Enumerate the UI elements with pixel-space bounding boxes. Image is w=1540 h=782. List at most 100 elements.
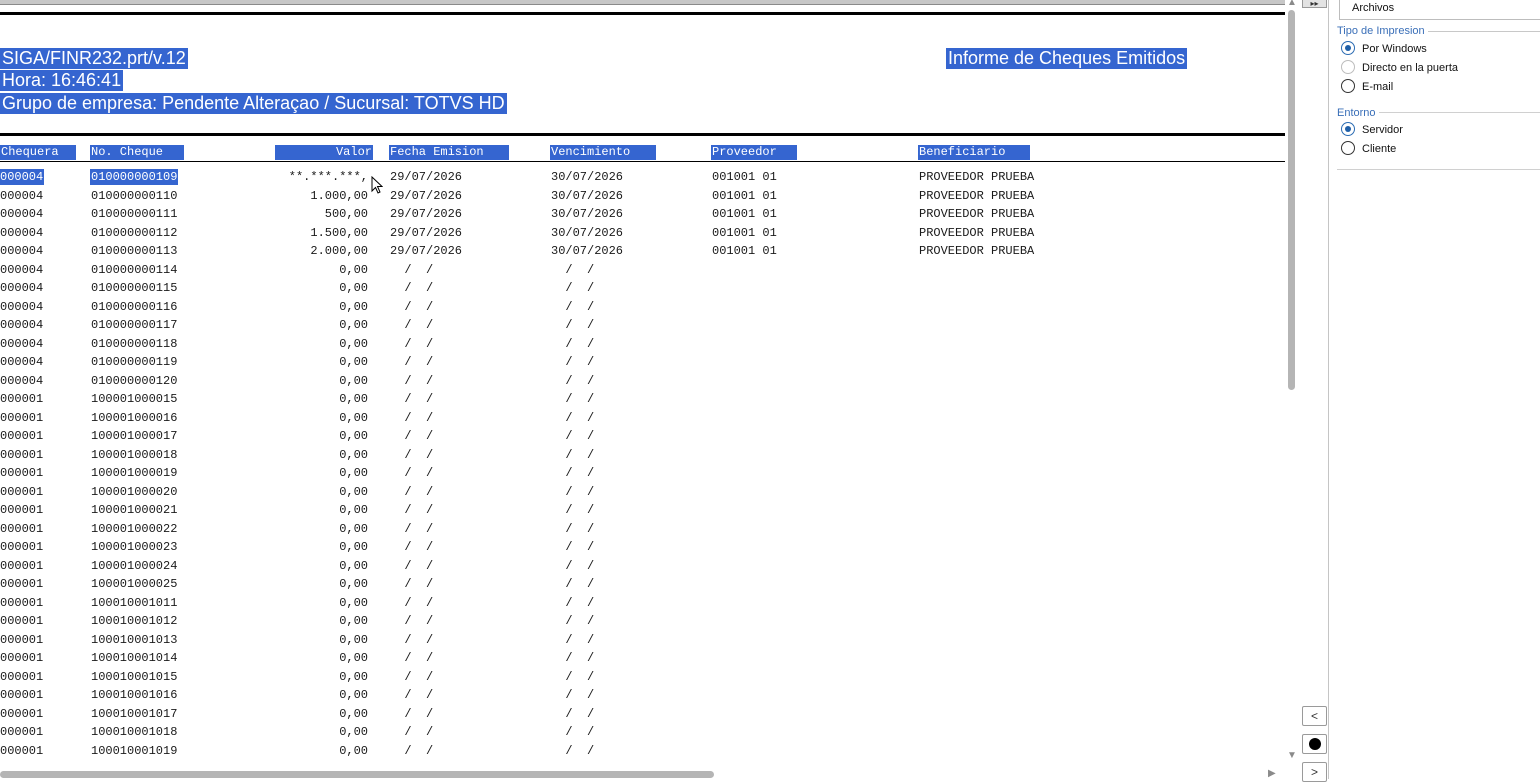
cell-vencimiento: / /: [551, 318, 595, 332]
cell-no-cheque: 100001000018: [91, 447, 178, 462]
radio-cliente[interactable]: Cliente: [1341, 140, 1396, 158]
cell-chequera: 000001: [0, 558, 44, 573]
table-row[interactable]: 000001 100010001018 0,00 / / / /: [0, 723, 1285, 742]
table-row[interactable]: 000004 010000000110 1.000,00 29/07/2026 30/0…: [0, 187, 1285, 206]
cell-chequera: 000001: [0, 429, 44, 443]
cell-chequera: 000004: [0, 373, 44, 388]
radio-label: Cliente: [1362, 143, 1397, 155]
table-row[interactable]: 000004 010000000114 0,00 / / / /: [0, 261, 1285, 280]
vertical-scrollbar[interactable]: ▲ ▼: [1285, 0, 1299, 779]
cell-fecha-emision: / /: [390, 299, 434, 314]
table-row[interactable]: 000001 100010001013 0,00 / / / /: [0, 631, 1285, 650]
report-top-band: [0, 0, 1285, 5]
table-row[interactable]: 000001 100010001016 0,00 / / / /: [0, 686, 1285, 705]
table-row[interactable]: 000001 100010001014 0,00 / / / /: [0, 649, 1285, 668]
cell-chequera: 000004: [0, 244, 44, 258]
cell-fecha-emision: 29/07/2026: [390, 170, 463, 184]
table-row[interactable]: 000001 100001000022 0,00 / / / /: [0, 520, 1285, 539]
table-row[interactable]: 000004 010000000120 0,00 / / / /: [0, 372, 1285, 391]
cell-no-cheque: 010000000115: [91, 281, 178, 295]
cell-fecha-emision: / /: [390, 632, 434, 647]
table-row[interactable]: 000001 100001000025 0,00 / / / /: [0, 575, 1285, 594]
archivos-tab[interactable]: Archivos: [1339, 0, 1540, 20]
table-row[interactable]: 000001 100001000017 0,00 / / / /: [0, 427, 1285, 446]
table-row[interactable]: 000001 100001000020 0,00 / / / /: [0, 483, 1285, 502]
next-page-button[interactable]: >: [1302, 762, 1327, 782]
table-row[interactable]: 000001 100001000016 0,00 / / / /: [0, 409, 1285, 428]
cell-vencimiento: / /: [551, 558, 595, 573]
cell-fecha-emision: / /: [390, 688, 434, 702]
table-row[interactable]: 000001 100010001015 0,00 / / / /: [0, 668, 1285, 687]
table-row[interactable]: 000001 100001000024 0,00 / / / /: [0, 557, 1285, 576]
collapse-panel-button[interactable]: ▸▸: [1302, 0, 1327, 8]
cell-vencimiento: 30/07/2026: [551, 207, 624, 221]
horizontal-scroll-thumb[interactable]: [0, 771, 714, 778]
radio-empty-icon[interactable]: [1341, 141, 1355, 156]
cell-vencimiento: 30/07/2026: [551, 225, 624, 240]
cell-no-cheque: 100010001019: [91, 743, 178, 758]
entorno-group-bottom-rule: [1337, 169, 1540, 170]
cell-valor: 0,00: [339, 503, 368, 517]
radio-servidor[interactable]: Servidor: [1341, 121, 1403, 139]
vertical-scroll-thumb[interactable]: [1288, 10, 1295, 390]
radio-empty-icon[interactable]: [1341, 79, 1355, 94]
table-row[interactable]: 000004 010000000117 0,00 / / / /: [0, 316, 1285, 335]
print-options-panel: Archivos Tipo de Impresion Por Windows D…: [1328, 0, 1540, 779]
cell-vencimiento: / /: [551, 392, 595, 406]
cell-valor: 0,00: [339, 299, 368, 314]
cell-chequera: 000001: [0, 466, 44, 480]
radio-directo-puerta[interactable]: Directo en la puerta: [1341, 59, 1458, 77]
cell-no-cheque: 100001000019: [91, 466, 178, 480]
radio-empty-icon[interactable]: [1341, 60, 1355, 75]
current-page-button[interactable]: [1302, 734, 1327, 754]
table-row[interactable]: 000004 010000000112 1.500,00 29/07/2026 30/0…: [0, 224, 1285, 243]
scroll-down-icon[interactable]: ▼: [1285, 750, 1299, 762]
table-row[interactable]: 000004 010000000116 0,00 / / / /: [0, 298, 1285, 317]
cell-proveedor: 001001 01: [712, 207, 777, 221]
cell-valor: 0,00: [339, 392, 368, 406]
table-row[interactable]: 000001 100001000018 0,00 / / / /: [0, 446, 1285, 465]
table-row[interactable]: 000004 010000000119 0,00 / / / /: [0, 353, 1285, 372]
table-row[interactable]: 000004 010000000111 500,00 29/07/2026 30/07/…: [0, 205, 1285, 224]
cell-vencimiento: / /: [551, 614, 595, 628]
table-row[interactable]: 000001 100001000019 0,00 / / / /: [0, 464, 1285, 483]
prev-page-button[interactable]: <: [1302, 706, 1327, 726]
table-row[interactable]: 000004 010000000109 **.***.***, 29/07/2026 3…: [0, 168, 1285, 187]
cell-chequera: 000001: [0, 651, 44, 665]
radio-email[interactable]: E-mail: [1341, 78, 1393, 96]
cell-fecha-emision: / /: [390, 336, 434, 351]
radio-selected-icon[interactable]: [1341, 41, 1355, 56]
cell-vencimiento: / /: [551, 743, 595, 758]
report-rows: 000004 010000000109 **.***.***, 29/07/2026 3…: [0, 168, 1285, 760]
cell-chequera: 000004: [0, 281, 44, 295]
cell-no-cheque: 010000000117: [91, 318, 178, 332]
cell-vencimiento: / /: [551, 706, 595, 721]
cell-proveedor: 001001 01: [712, 225, 777, 240]
table-row[interactable]: 000001 100010001017 0,00 / / / /: [0, 705, 1285, 724]
table-row[interactable]: 000004 010000000115 0,00 / / / /: [0, 279, 1285, 298]
report-preview[interactable]: SIGA/FINR232.prt/v.12 Hora: 16:46:41 Gru…: [0, 0, 1285, 779]
cell-no-cheque: 100010001016: [91, 688, 178, 702]
cell-beneficiario: PROVEEDOR PRUEBA: [919, 170, 1035, 184]
col-header-beneficiario: Beneficiario: [918, 145, 1030, 160]
table-row[interactable]: 000001 100001000023 0,00 / / / /: [0, 538, 1285, 557]
cell-valor: 0,00: [339, 540, 368, 554]
table-row[interactable]: 000001 100010001019 0,00 / / / /: [0, 742, 1285, 761]
horizontal-scrollbar[interactable]: ▶: [0, 769, 1285, 779]
cell-no-cheque: 100001000021: [91, 503, 178, 517]
table-row[interactable]: 000001 100010001012 0,00 / / / /: [0, 612, 1285, 631]
radio-selected-icon[interactable]: [1341, 122, 1355, 137]
radio-por-windows[interactable]: Por Windows: [1341, 40, 1427, 58]
scroll-right-icon[interactable]: ▶: [1268, 769, 1276, 779]
cell-chequera: 000004: [0, 169, 45, 185]
cell-vencimiento: 30/07/2026: [551, 170, 624, 184]
cell-vencimiento: / /: [551, 521, 595, 536]
table-row[interactable]: 000001 100001000021 0,00 / / / /: [0, 501, 1285, 520]
table-row[interactable]: 000004 010000000113 2.000,00 29/07/2026 30/0…: [0, 242, 1285, 261]
cell-chequera: 000001: [0, 669, 44, 684]
table-row[interactable]: 000001 100010001011 0,00 / / / /: [0, 594, 1285, 613]
table-row[interactable]: 000004 010000000118 0,00 / / / /: [0, 335, 1285, 354]
cell-vencimiento: / /: [551, 355, 595, 369]
table-row[interactable]: 000001 100001000015 0,00 / / / /: [0, 390, 1285, 409]
scroll-up-icon[interactable]: ▲: [1285, 0, 1299, 9]
